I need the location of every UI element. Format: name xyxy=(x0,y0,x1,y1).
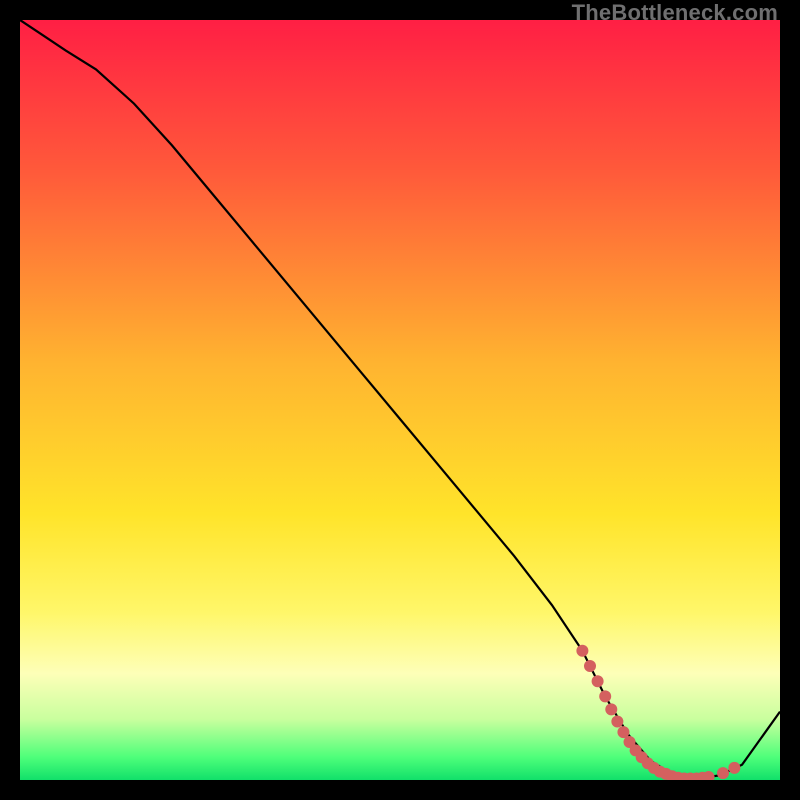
data-marker xyxy=(728,762,740,774)
plot-area xyxy=(20,20,780,780)
data-marker xyxy=(592,675,604,687)
data-marker xyxy=(599,690,611,702)
data-marker xyxy=(584,660,596,672)
data-marker xyxy=(611,715,623,727)
data-marker xyxy=(605,703,617,715)
data-marker xyxy=(576,645,588,657)
data-marker xyxy=(717,767,729,779)
chart-svg xyxy=(20,20,780,780)
gradient-background xyxy=(20,20,780,780)
chart-frame: TheBottleneck.com xyxy=(0,0,800,800)
